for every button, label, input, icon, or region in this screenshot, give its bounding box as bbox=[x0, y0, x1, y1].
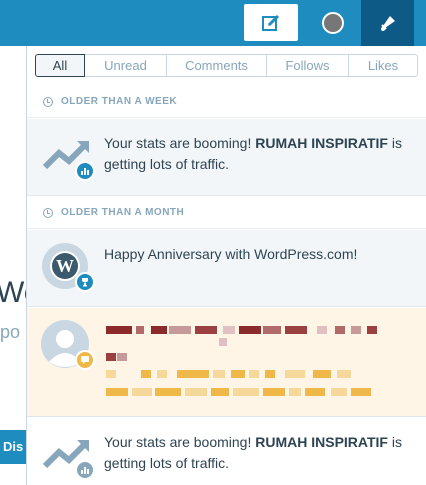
background-button[interactable]: Dis bbox=[0, 430, 26, 464]
bell-icon bbox=[380, 16, 395, 31]
notification-text: Happy Anniversary with WordPress.com! bbox=[104, 246, 358, 262]
admin-bar bbox=[0, 0, 426, 46]
comment-icon bbox=[75, 350, 95, 370]
stats-icon bbox=[75, 460, 95, 480]
section-label: OLDER THAN A MONTH bbox=[61, 207, 185, 218]
filter-bar: All Unread Comments Follows Likes bbox=[35, 54, 418, 77]
notification-stats[interactable]: Your stats are booming! RUMAH INSPIRATIF… bbox=[27, 418, 426, 485]
notification-anniversary[interactable]: W Happy Anniversary with WordPress.com! bbox=[27, 230, 426, 307]
section-label: OLDER THAN A WEEK bbox=[61, 96, 178, 107]
notification-comment[interactable] bbox=[27, 308, 426, 417]
section-header-week: OLDER THAN A WEEK bbox=[27, 86, 426, 118]
write-post-button[interactable] bbox=[244, 4, 298, 41]
filter-unread[interactable]: Unread bbox=[85, 54, 167, 77]
notifications-button[interactable] bbox=[361, 0, 414, 46]
trophy-icon bbox=[75, 272, 95, 292]
section-header-month: OLDER THAN A MONTH bbox=[27, 197, 426, 229]
filter-all[interactable]: All bbox=[35, 54, 85, 77]
filter-likes[interactable]: Likes bbox=[349, 54, 418, 77]
background-heading: We bbox=[0, 276, 26, 309]
svg-text:W: W bbox=[56, 256, 74, 276]
stats-icon bbox=[75, 161, 95, 181]
filter-follows[interactable]: Follows bbox=[267, 54, 349, 77]
background-page: We po Dis bbox=[0, 46, 26, 485]
notifications-panel: All Unread Comments Follows Likes OLDER … bbox=[26, 46, 426, 485]
clock-icon bbox=[43, 96, 53, 107]
background-subtext: po bbox=[0, 322, 21, 342]
user-avatar bbox=[322, 12, 344, 34]
profile-button[interactable] bbox=[318, 8, 348, 38]
filter-comments[interactable]: Comments bbox=[167, 54, 267, 77]
clock-icon bbox=[43, 207, 53, 218]
notification-text: Your stats are booming! RUMAH INSPIRATIF… bbox=[104, 135, 402, 172]
notification-stats[interactable]: Your stats are booming! RUMAH INSPIRATIF… bbox=[27, 119, 426, 196]
write-post-icon bbox=[262, 14, 280, 31]
notification-text: Your stats are booming! RUMAH INSPIRATIF… bbox=[104, 434, 402, 471]
